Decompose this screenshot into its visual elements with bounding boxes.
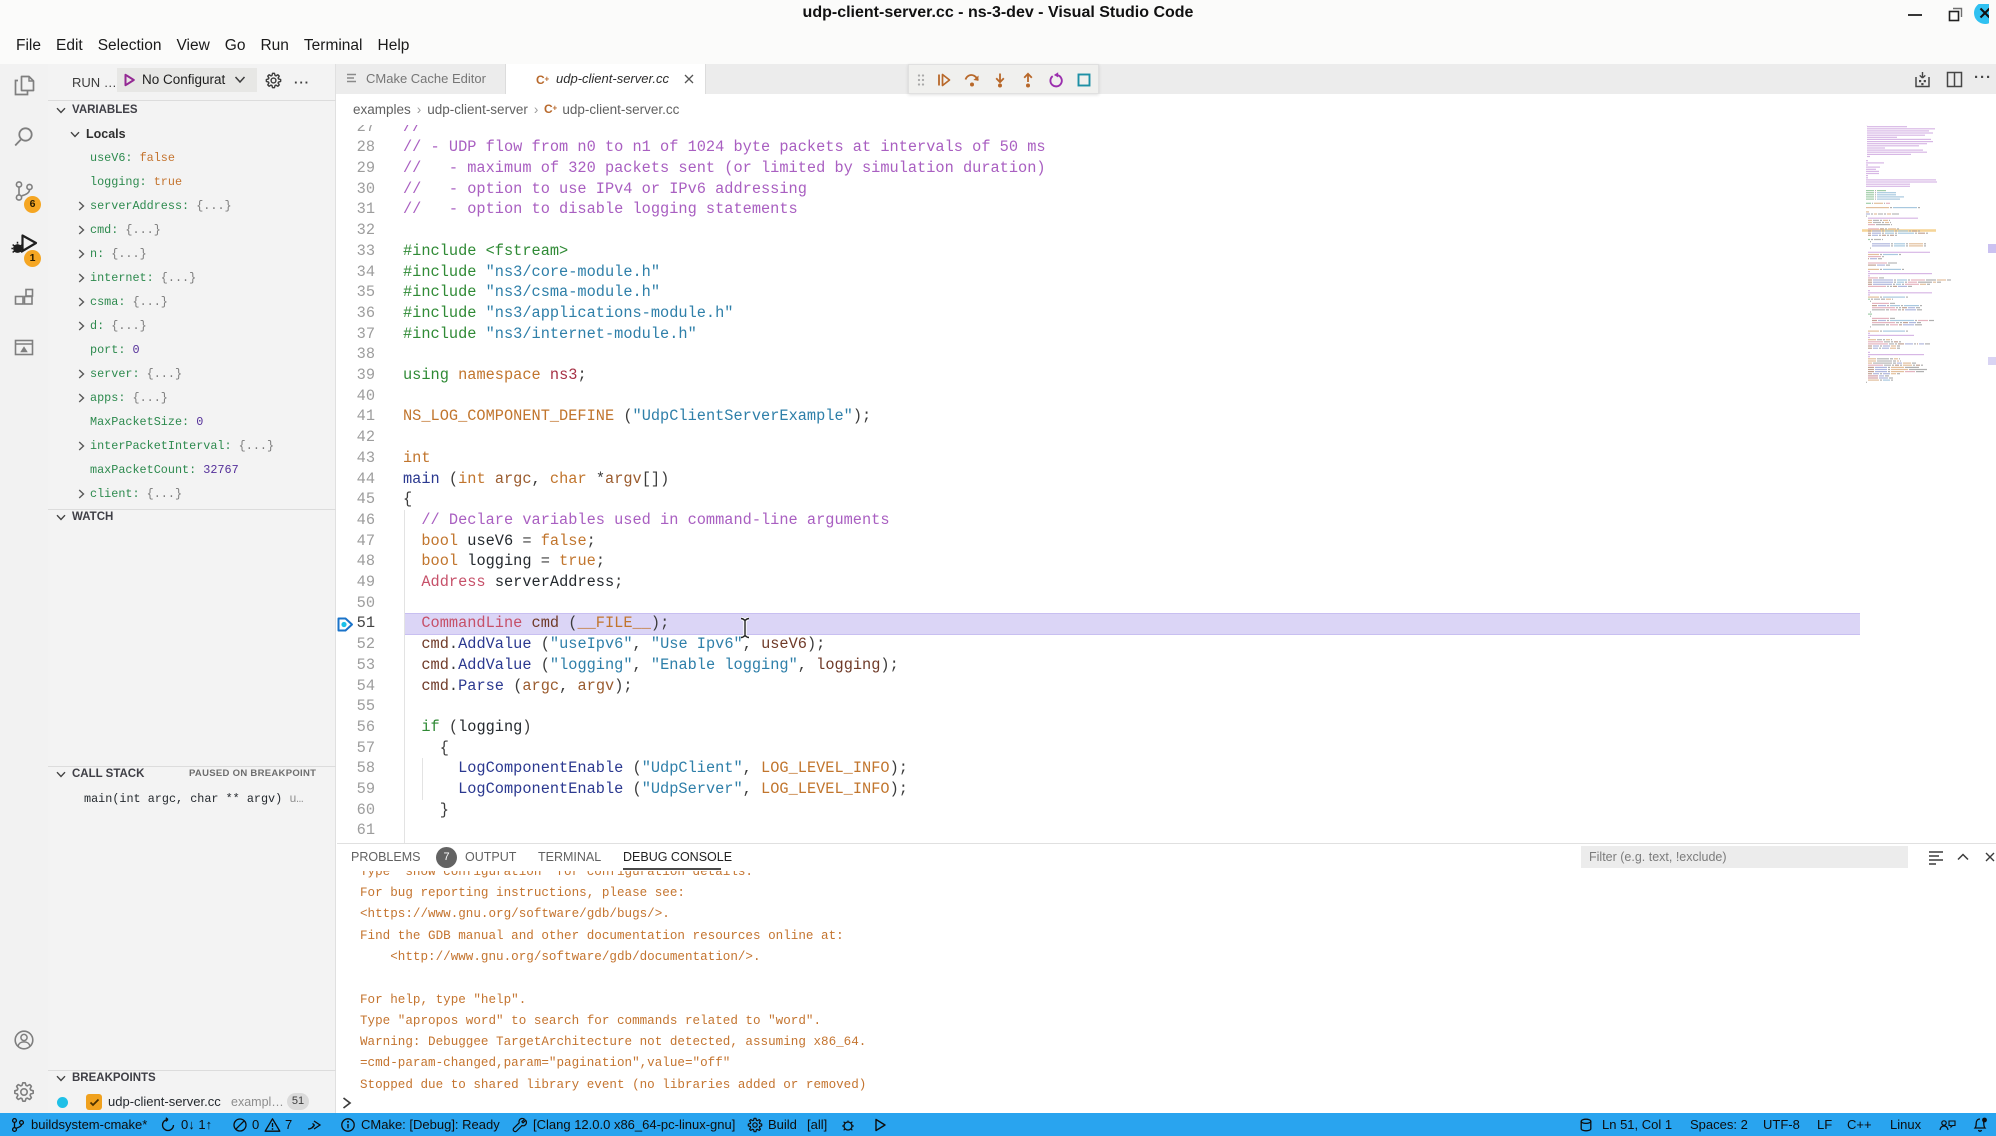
svg-text:+: + [545, 75, 550, 84]
svg-text:+: + [553, 104, 558, 113]
